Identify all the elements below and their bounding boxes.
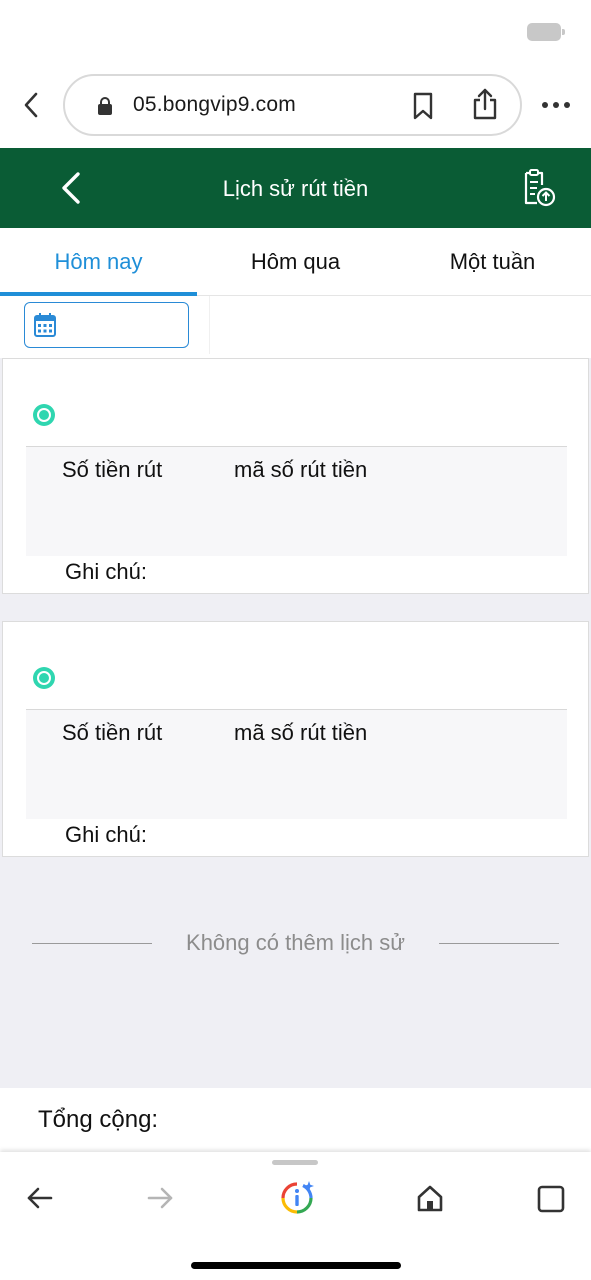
list-end-indicator: Không có thêm lịch sử bbox=[32, 924, 559, 964]
calendar-icon bbox=[34, 313, 56, 337]
app-header: Lịch sử rút tiền bbox=[0, 148, 591, 228]
tab-today[interactable]: Hôm nay bbox=[0, 228, 197, 296]
address-bar[interactable]: 05.bongvip9.com bbox=[63, 74, 522, 136]
record-details: Số tiền rút mã số rút tiền bbox=[26, 709, 567, 819]
browser-back-icon[interactable] bbox=[18, 90, 46, 120]
more-icon[interactable] bbox=[541, 95, 571, 115]
home-icon[interactable] bbox=[416, 1184, 444, 1212]
page-title: Lịch sử rút tiền bbox=[222, 176, 369, 201]
date-picker-field[interactable] bbox=[24, 302, 189, 348]
status-check-icon bbox=[33, 667, 55, 689]
grab-handle[interactable] bbox=[272, 1160, 318, 1165]
tabs-icon[interactable] bbox=[536, 1184, 566, 1214]
note-label: Ghi chú: bbox=[65, 559, 147, 584]
period-tabs: Hôm nay Hôm qua Một tuần bbox=[0, 228, 591, 296]
arrow-left-icon[interactable] bbox=[26, 1184, 54, 1212]
lock-icon bbox=[98, 97, 112, 115]
url-text: 05.bongvip9.com bbox=[133, 93, 296, 116]
withdrawal-history-list: Số tiền rút mã số rút tiền Ghi chú: Số t… bbox=[0, 358, 591, 1088]
google-assistant-icon[interactable] bbox=[279, 1180, 315, 1216]
note-label: Ghi chú: bbox=[65, 822, 147, 847]
status-check-icon bbox=[33, 404, 55, 426]
tab-yesterday[interactable]: Hôm qua bbox=[197, 228, 394, 296]
battery-icon bbox=[527, 23, 565, 41]
total-label: Tổng cộng: bbox=[38, 1106, 159, 1133]
total-bar: Tổng cộng: bbox=[0, 1088, 591, 1152]
date-filter-row bbox=[0, 296, 591, 358]
clipboard-upload-icon[interactable] bbox=[517, 168, 557, 208]
home-indicator bbox=[191, 1262, 401, 1269]
divider bbox=[209, 296, 210, 354]
divider bbox=[439, 943, 559, 944]
arrow-right-icon[interactable] bbox=[146, 1184, 174, 1212]
record-details: Số tiền rút mã số rút tiền bbox=[26, 446, 567, 556]
amount-label: Số tiền rút bbox=[62, 457, 163, 482]
browser-bottom-toolbar bbox=[0, 1152, 591, 1280]
amount-label: Số tiền rút bbox=[62, 720, 163, 745]
tab-one-week[interactable]: Một tuần bbox=[394, 228, 591, 296]
withdrawal-record-card[interactable]: Số tiền rút mã số rút tiền Ghi chú: bbox=[2, 358, 589, 594]
withdrawal-record-card[interactable]: Số tiền rút mã số rút tiền Ghi chú: bbox=[2, 621, 589, 857]
withdrawal-code-label: mã số rút tiền bbox=[234, 457, 368, 482]
withdrawal-code-label: mã số rút tiền bbox=[234, 720, 368, 745]
share-icon[interactable] bbox=[471, 88, 499, 120]
bookmark-icon[interactable] bbox=[411, 92, 435, 120]
status-bar bbox=[0, 0, 591, 62]
browser-toolbar: 05.bongvip9.com bbox=[0, 62, 591, 148]
